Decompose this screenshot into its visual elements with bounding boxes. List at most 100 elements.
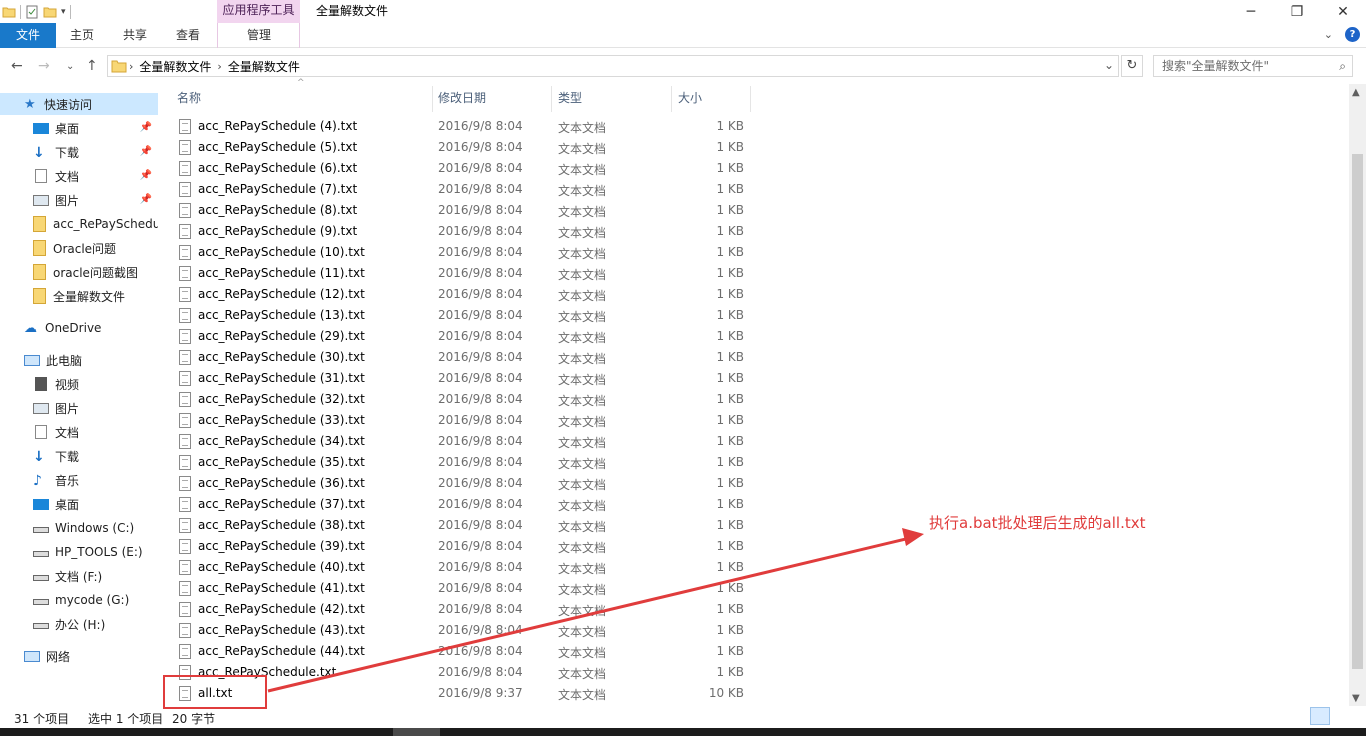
download-icon: ↓: [33, 449, 45, 465]
sidebar-item-folder-acc[interactable]: acc_RePaySchedul: [0, 213, 158, 235]
file-size: 1 KB: [716, 245, 744, 259]
sidebar-item-videos[interactable]: 视频: [0, 373, 158, 395]
search-icon[interactable]: ⌕: [1339, 56, 1346, 76]
file-row[interactable]: acc_RePaySchedule (44).txt 2016/9/8 8:04 文…: [172, 641, 752, 662]
address-bar[interactable]: › 全量解数文件 › 全量解数文件 ⌄: [107, 55, 1119, 77]
breadcrumb-item[interactable]: 全量解数文件: [139, 58, 211, 75]
sidebar-item-folder-full[interactable]: 全量解数文件: [0, 285, 158, 307]
file-row[interactable]: acc_RePaySchedule (6).txt 2016/9/8 8:04 文本…: [172, 158, 752, 179]
sidebar-item-pictures[interactable]: 图片 📌: [0, 189, 158, 211]
sidebar-item-network[interactable]: 网络: [0, 645, 158, 667]
customize-toolbar-chevron-icon[interactable]: ▾: [61, 7, 66, 17]
file-row[interactable]: acc_RePaySchedule (37).txt 2016/9/8 8:04 文…: [172, 494, 752, 515]
file-row[interactable]: acc_RePaySchedule (7).txt 2016/9/8 8:04 文本…: [172, 179, 752, 200]
file-row[interactable]: acc_RePaySchedule (42).txt 2016/9/8 8:04 文…: [172, 599, 752, 620]
forward-arrow-icon[interactable]: →: [38, 58, 50, 74]
sidebar-item-drive-e[interactable]: HP_TOOLS (E:): [0, 541, 158, 563]
file-row[interactable]: acc_RePaySchedule (35).txt 2016/9/8 8:04 文…: [172, 452, 752, 473]
file-row[interactable]: acc_RePaySchedule (30).txt 2016/9/8 8:04 文…: [172, 347, 752, 368]
column-header-size[interactable]: 大小: [678, 84, 750, 112]
minimize-button[interactable]: ─: [1228, 0, 1274, 23]
column-header-name[interactable]: 名称: [177, 84, 432, 112]
recent-locations-chevron-icon[interactable]: ⌄: [66, 61, 74, 72]
file-row[interactable]: acc_RePaySchedule (43).txt 2016/9/8 8:04 文…: [172, 620, 752, 641]
refresh-button[interactable]: ↻: [1121, 55, 1143, 77]
sidebar-item-onedrive[interactable]: ☁ OneDrive: [0, 317, 158, 339]
file-row[interactable]: acc_RePaySchedule (5).txt 2016/9/8 8:04 文本…: [172, 137, 752, 158]
sidebar-item-folder-oracle-screens[interactable]: oracle问题截图: [0, 261, 158, 283]
pin-icon[interactable]: 📌: [140, 170, 152, 181]
scroll-down-arrow-icon[interactable]: ▼: [1352, 693, 1360, 704]
file-row[interactable]: acc_RePaySchedule (41).txt 2016/9/8 8:04 文…: [172, 578, 752, 599]
sidebar-item-documents-pc[interactable]: 文档: [0, 421, 158, 443]
file-row[interactable]: acc_RePaySchedule (39).txt 2016/9/8 8:04 文…: [172, 536, 752, 557]
sidebar-item-desktop[interactable]: 桌面 📌: [0, 117, 158, 139]
sidebar-item-drive-f[interactable]: 文档 (F:): [0, 565, 158, 587]
file-row[interactable]: acc_RePaySchedule (38).txt 2016/9/8 8:04 文…: [172, 515, 752, 536]
column-divider[interactable]: [671, 86, 672, 112]
file-row[interactable]: acc_RePaySchedule (9).txt 2016/9/8 8:04 文本…: [172, 221, 752, 242]
sidebar-item-folder-oracle[interactable]: Oracle问题: [0, 237, 158, 259]
close-button[interactable]: ✕: [1320, 0, 1366, 23]
file-row[interactable]: acc_RePaySchedule (33).txt 2016/9/8 8:04 文…: [172, 410, 752, 431]
file-type: 文本文档: [558, 478, 607, 492]
file-size: 1 KB: [716, 224, 744, 238]
breadcrumb-separator-icon[interactable]: ›: [217, 60, 221, 73]
file-row[interactable]: acc_RePaySchedule (4).txt 2016/9/8 8:04 文本…: [172, 116, 752, 137]
file-row[interactable]: acc_RePaySchedule (11).txt 2016/9/8 8:04 文…: [172, 263, 752, 284]
sidebar-item-this-pc[interactable]: 此电脑: [0, 349, 158, 371]
pin-icon[interactable]: 📌: [140, 122, 152, 133]
file-row[interactable]: acc_RePaySchedule (34).txt 2016/9/8 8:04 文…: [172, 431, 752, 452]
file-row[interactable]: acc_RePaySchedule (13).txt 2016/9/8 8:04 文…: [172, 305, 752, 326]
sidebar-item-drive-c[interactable]: Windows (C:): [0, 517, 158, 539]
scrollbar-thumb[interactable]: [1352, 154, 1363, 669]
sidebar-item-documents[interactable]: 文档 📌: [0, 165, 158, 187]
tab-home[interactable]: 主页: [70, 23, 94, 48]
sidebar-item-drive-g[interactable]: mycode (G:): [0, 589, 158, 611]
sidebar-item-desktop-pc[interactable]: 桌面: [0, 493, 158, 515]
file-row[interactable]: acc_RePaySchedule (31).txt 2016/9/8 8:04 文…: [172, 368, 752, 389]
sidebar-item-pictures-pc[interactable]: 图片: [0, 397, 158, 419]
tab-manage[interactable]: 管理: [247, 23, 271, 48]
sidebar-item-downloads-pc[interactable]: ↓ 下载: [0, 445, 158, 467]
help-icon[interactable]: ?: [1345, 27, 1360, 42]
file-row[interactable]: acc_RePaySchedule (40).txt 2016/9/8 8:04 文…: [172, 557, 752, 578]
scroll-up-arrow-icon[interactable]: ▲: [1352, 87, 1360, 98]
search-input[interactable]: 搜索"全量解数文件" ⌕: [1153, 55, 1353, 77]
details-view-icon[interactable]: [1310, 707, 1330, 725]
address-dropdown-chevron-icon[interactable]: ⌄: [1104, 58, 1114, 72]
sidebar-item-downloads[interactable]: ↓ 下载 📌: [0, 141, 158, 163]
pin-icon[interactable]: 📌: [140, 194, 152, 205]
file-row[interactable]: acc_RePaySchedule (29).txt 2016/9/8 8:04 文…: [172, 326, 752, 347]
taskbar-active-app[interactable]: [393, 728, 440, 736]
properties-icon[interactable]: [25, 5, 39, 19]
file-date: 2016/9/8 8:04: [438, 560, 523, 574]
large-icons-view-icon[interactable]: [1332, 707, 1352, 725]
column-divider[interactable]: [750, 86, 751, 112]
tab-share[interactable]: 共享: [123, 23, 147, 48]
file-row[interactable]: acc_RePaySchedule (10).txt 2016/9/8 8:04 文…: [172, 242, 752, 263]
back-arrow-icon[interactable]: ←: [11, 58, 23, 74]
vertical-scrollbar[interactable]: ▲ ▼: [1349, 84, 1366, 706]
file-row[interactable]: acc_RePaySchedule (32).txt 2016/9/8 8:04 文…: [172, 389, 752, 410]
drive-icon: [33, 599, 49, 605]
sidebar-item-quick-access[interactable]: ★ 快速访问: [0, 93, 158, 115]
column-header-date[interactable]: 修改日期: [438, 84, 551, 112]
up-arrow-icon[interactable]: ↑: [86, 58, 98, 74]
file-row[interactable]: acc_RePaySchedule (36).txt 2016/9/8 8:04 文…: [172, 473, 752, 494]
sidebar-item-music[interactable]: ♪ 音乐: [0, 469, 158, 491]
breadcrumb-separator-icon[interactable]: ›: [129, 60, 133, 73]
pin-icon[interactable]: 📌: [140, 146, 152, 157]
column-divider[interactable]: [551, 86, 552, 112]
column-divider[interactable]: [432, 86, 433, 112]
column-header-type[interactable]: 类型: [558, 84, 671, 112]
breadcrumb-item-current[interactable]: 全量解数文件: [228, 58, 300, 75]
restore-button[interactable]: ❐: [1274, 0, 1320, 23]
file-row[interactable]: acc_RePaySchedule (12).txt 2016/9/8 8:04 文…: [172, 284, 752, 305]
tab-file[interactable]: 文件: [0, 23, 56, 48]
expand-ribbon-chevron-icon[interactable]: ⌄: [1324, 28, 1333, 41]
tab-view[interactable]: 查看: [176, 23, 200, 48]
sidebar-item-drive-h[interactable]: 办公 (H:): [0, 613, 158, 635]
file-row[interactable]: acc_RePaySchedule (8).txt 2016/9/8 8:04 文本…: [172, 200, 752, 221]
new-folder-icon[interactable]: [43, 5, 57, 19]
